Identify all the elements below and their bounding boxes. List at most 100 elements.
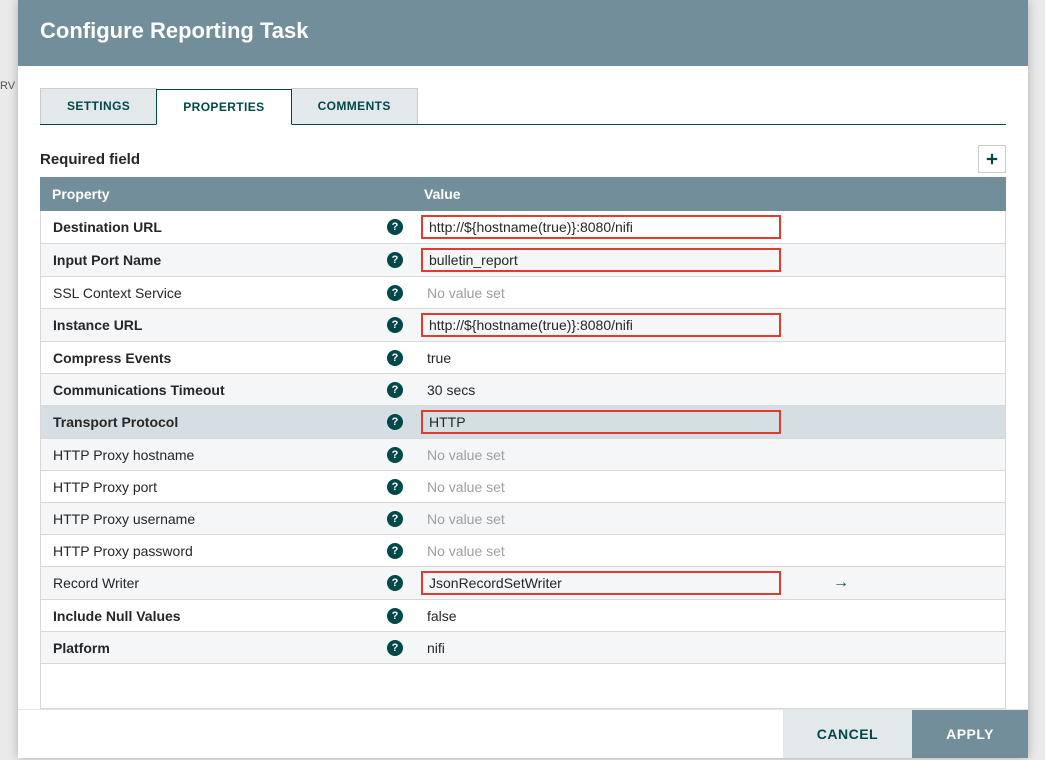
properties-table[interactable]: Destination URL? http://${hostname(true)}…	[40, 211, 1006, 709]
plus-icon	[985, 152, 999, 166]
tab-properties[interactable]: PROPERTIES	[156, 89, 291, 125]
property-name-cell: Instance URL?	[41, 311, 413, 339]
property-value-cell[interactable]: No value set	[413, 505, 1005, 533]
help-icon[interactable]: ?	[387, 350, 403, 366]
col-header-property: Property	[40, 177, 412, 211]
help-icon[interactable]: ?	[387, 511, 403, 527]
property-value-cell[interactable]: HTTP	[413, 406, 1005, 438]
required-field-label: Required field	[40, 151, 140, 168]
property-name: HTTP Proxy hostname	[53, 447, 194, 463]
tab-comments[interactable]: COMMENTS	[291, 88, 418, 124]
property-value[interactable]: false	[421, 606, 463, 626]
property-value[interactable]: 30 secs	[421, 380, 481, 400]
property-row[interactable]: Platform? nifi	[41, 632, 1005, 664]
property-row[interactable]: HTTP Proxy password? No value set	[41, 535, 1005, 567]
help-icon[interactable]: ?	[387, 575, 403, 591]
tab-bar: SETTINGS PROPERTIES COMMENTS	[40, 88, 1006, 125]
property-value[interactable]: bulletin_report	[421, 248, 781, 272]
property-name: Record Writer	[53, 575, 139, 591]
property-name-cell: Transport Protocol?	[41, 408, 413, 436]
property-value-cell[interactable]: nifi	[413, 634, 1005, 662]
property-value-cell[interactable]: http://${hostname(true)}:8080/nifi	[413, 211, 1005, 243]
property-name: HTTP Proxy password	[53, 543, 193, 559]
property-value[interactable]: No value set	[421, 509, 511, 529]
go-to-service-icon[interactable]: →	[833, 574, 849, 592]
property-row[interactable]: HTTP Proxy port? No value set	[41, 471, 1005, 503]
property-value-cell[interactable]: No value set	[413, 441, 1005, 469]
property-name: Transport Protocol	[53, 414, 178, 430]
help-icon[interactable]: ?	[387, 640, 403, 656]
help-icon[interactable]: ?	[387, 414, 403, 430]
dialog-title: Configure Reporting Task	[18, 0, 1028, 66]
help-icon[interactable]: ?	[387, 479, 403, 495]
property-value[interactable]: No value set	[421, 283, 511, 303]
property-row[interactable]: Input Port Name? bulletin_report	[41, 244, 1005, 277]
property-name: Communications Timeout	[53, 382, 225, 398]
property-name-cell: Compress Events?	[41, 344, 413, 372]
property-row[interactable]: Instance URL? http://${hostname(true)}:80…	[41, 309, 1005, 342]
property-value-cell[interactable]: No value set	[413, 537, 1005, 565]
property-value[interactable]: http://${hostname(true)}:8080/nifi	[421, 313, 781, 337]
property-name: Compress Events	[53, 350, 171, 366]
property-value-cell[interactable]: JsonRecordSetWriter	[413, 567, 1005, 599]
property-name-cell: Input Port Name?	[41, 246, 413, 274]
background-text: RV	[0, 80, 15, 92]
property-row[interactable]: Record Writer? JsonRecordSetWriter →	[41, 567, 1005, 600]
property-name: Input Port Name	[53, 252, 161, 268]
property-value[interactable]: nifi	[421, 638, 451, 658]
property-row[interactable]: SSL Context Service? No value set	[41, 277, 1005, 309]
help-icon[interactable]: ?	[387, 382, 403, 398]
property-name-cell: HTTP Proxy username?	[41, 505, 413, 533]
property-value[interactable]: http://${hostname(true)}:8080/nifi	[421, 215, 781, 239]
property-row[interactable]: Include Null Values? false	[41, 600, 1005, 632]
property-name-cell: Platform?	[41, 634, 413, 662]
property-value[interactable]: No value set	[421, 541, 511, 561]
property-value[interactable]: No value set	[421, 445, 511, 465]
property-value-cell[interactable]: http://${hostname(true)}:8080/nifi	[413, 309, 1005, 341]
property-name-cell: Record Writer?	[41, 569, 413, 597]
property-name-cell: HTTP Proxy hostname?	[41, 441, 413, 469]
help-icon[interactable]: ?	[387, 285, 403, 301]
help-icon[interactable]: ?	[387, 543, 403, 559]
help-icon[interactable]: ?	[387, 447, 403, 463]
help-icon[interactable]: ?	[387, 317, 403, 333]
property-value-cell[interactable]: No value set	[413, 279, 1005, 307]
col-header-value: Value	[412, 177, 1006, 211]
property-name-cell: Destination URL?	[41, 213, 413, 241]
property-name: Instance URL	[53, 317, 142, 333]
property-value[interactable]: HTTP	[421, 410, 781, 434]
cancel-button[interactable]: CANCEL	[783, 710, 912, 758]
property-value[interactable]: true	[421, 348, 457, 368]
dialog-footer: CANCEL APPLY	[18, 709, 1028, 758]
property-name-cell: SSL Context Service?	[41, 279, 413, 307]
property-value-cell[interactable]: No value set	[413, 473, 1005, 501]
configure-reporting-task-dialog: Configure Reporting Task SETTINGS PROPER…	[18, 0, 1028, 758]
help-icon[interactable]: ?	[387, 252, 403, 268]
property-name: Destination URL	[53, 219, 162, 235]
property-row[interactable]: Transport Protocol? HTTP	[41, 406, 1005, 439]
tab-settings[interactable]: SETTINGS	[40, 88, 157, 124]
property-name: Platform	[53, 640, 110, 656]
property-row[interactable]: HTTP Proxy username? No value set	[41, 503, 1005, 535]
property-name-cell: Communications Timeout?	[41, 376, 413, 404]
property-name: Include Null Values	[53, 608, 181, 624]
property-value-cell[interactable]: true	[413, 344, 1005, 372]
property-name-cell: HTTP Proxy password?	[41, 537, 413, 565]
property-name: SSL Context Service	[53, 285, 182, 301]
property-row[interactable]: HTTP Proxy hostname? No value set	[41, 439, 1005, 471]
property-row[interactable]: Compress Events? true	[41, 342, 1005, 374]
help-icon[interactable]: ?	[387, 608, 403, 624]
apply-button[interactable]: APPLY	[912, 710, 1028, 758]
property-value[interactable]: JsonRecordSetWriter	[421, 571, 781, 595]
property-name: HTTP Proxy port	[53, 479, 157, 495]
property-row[interactable]: Communications Timeout? 30 secs	[41, 374, 1005, 406]
property-value[interactable]: No value set	[421, 477, 511, 497]
property-name-cell: Include Null Values?	[41, 602, 413, 630]
property-row[interactable]: Destination URL? http://${hostname(true)}…	[41, 211, 1005, 244]
property-name: HTTP Proxy username	[53, 511, 195, 527]
help-icon[interactable]: ?	[387, 219, 403, 235]
property-value-cell[interactable]: bulletin_report	[413, 244, 1005, 276]
add-property-button[interactable]	[978, 145, 1006, 173]
property-value-cell[interactable]: 30 secs	[413, 376, 1005, 404]
property-value-cell[interactable]: false	[413, 602, 1005, 630]
